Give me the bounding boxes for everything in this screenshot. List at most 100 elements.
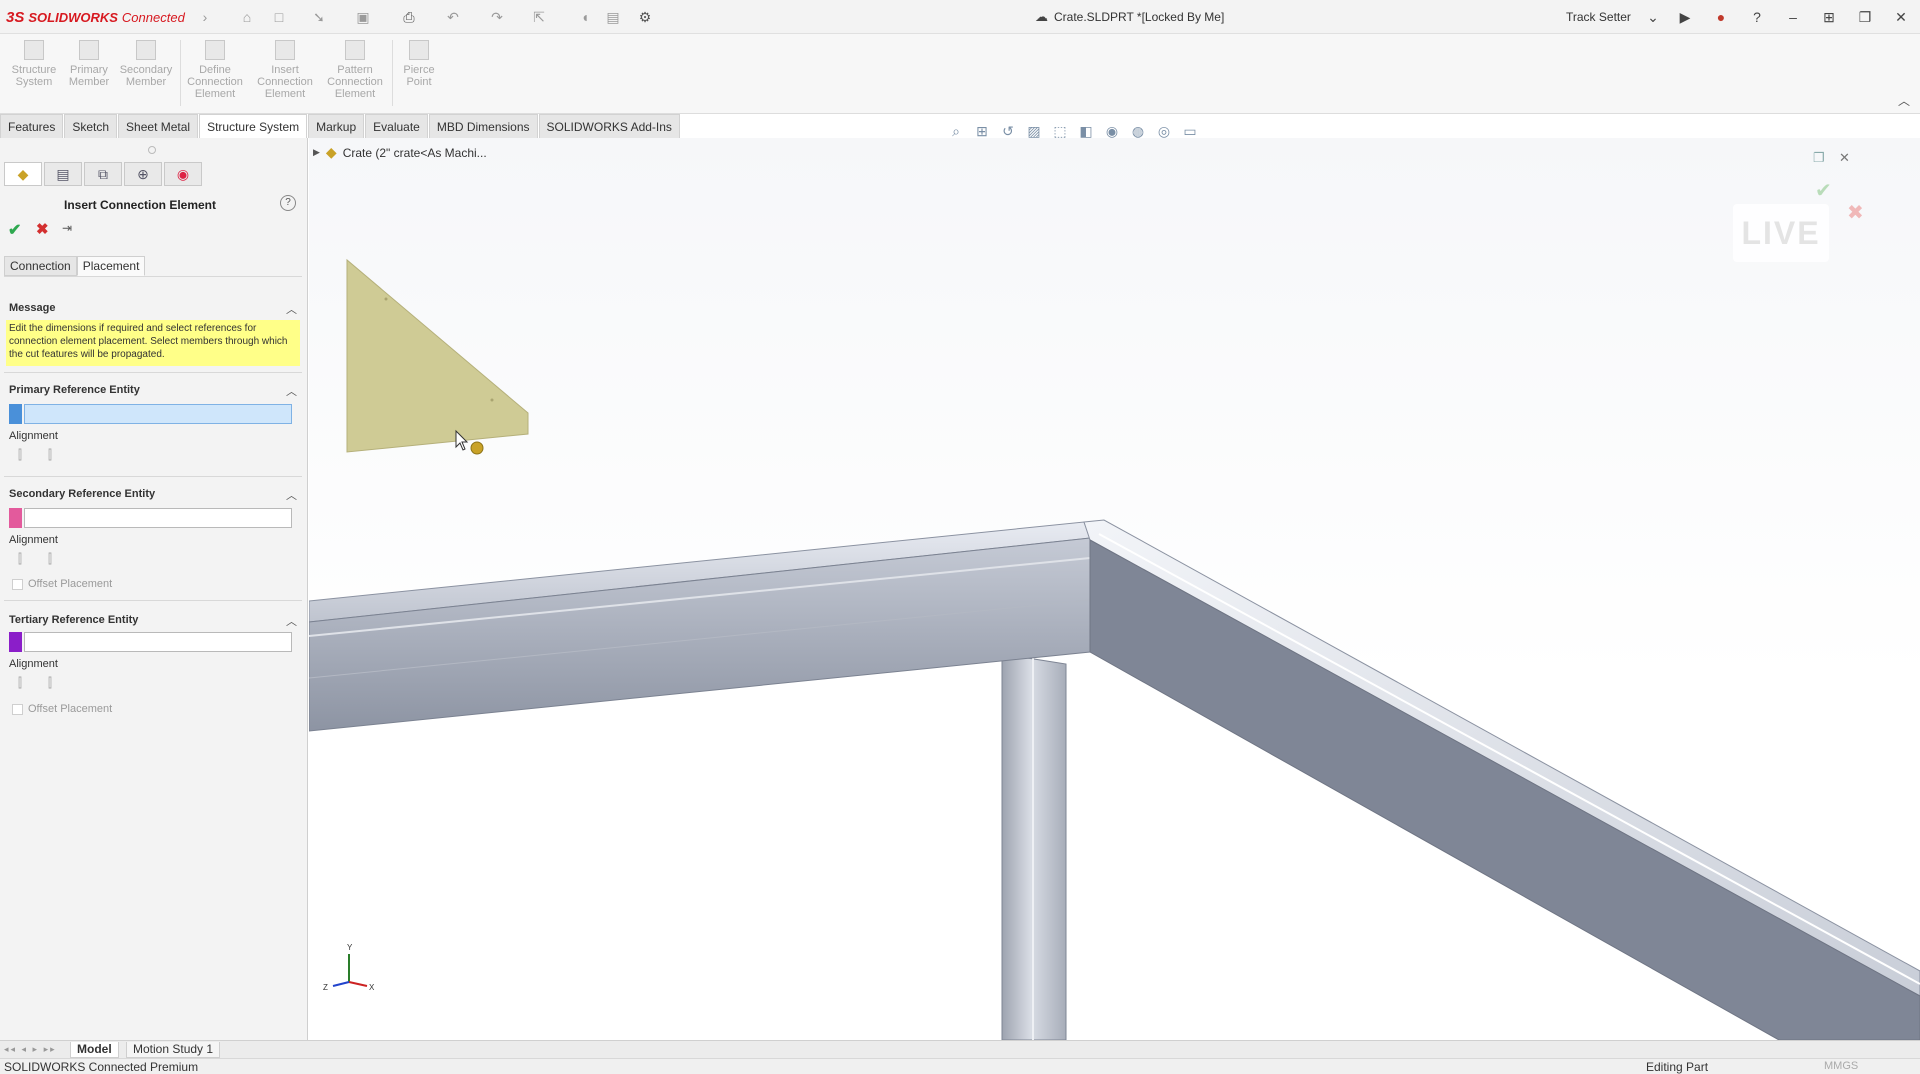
minimize-icon[interactable]: – [1780, 6, 1806, 28]
structure-system-button[interactable]: Structure System [8, 38, 60, 88]
secondary-member-button[interactable]: Secondary Member [118, 38, 174, 88]
primary-member-button[interactable]: Primary Member [64, 38, 114, 88]
chevron-right-icon[interactable]: › [196, 8, 214, 26]
offset-placement-checkbox[interactable]: Offset Placement [12, 703, 112, 715]
primary-reference-header[interactable]: Primary Reference Entity [9, 384, 140, 396]
display-style-icon[interactable]: ◧ [1076, 121, 1096, 141]
checkbox[interactable] [12, 578, 23, 590]
avatar[interactable]: ● [1708, 6, 1734, 28]
section-view-icon[interactable]: ▨ [1024, 121, 1044, 141]
secondary-reference-header[interactable]: Secondary Reference Entity [9, 488, 155, 500]
bottom-tabs: ◂◂ ◂ ▸ ▸▸ Model Motion Study 1 [0, 1040, 1920, 1058]
view-settings-icon[interactable]: ▭ [1180, 121, 1200, 141]
save-icon[interactable]: ▣ [354, 8, 372, 26]
help-icon[interactable]: ? [1744, 6, 1770, 28]
apply-scene-icon[interactable]: ◎ [1154, 121, 1174, 141]
tab-structure-system[interactable]: Structure System [199, 114, 308, 138]
hide-show-items-icon[interactable]: ◉ [1102, 121, 1122, 141]
confirmation-ok-icon[interactable]: ✔ [1815, 178, 1832, 203]
tab-markup[interactable]: Markup [308, 114, 365, 138]
tab-sheet-metal[interactable]: Sheet Metal [118, 114, 199, 138]
help-icon[interactable]: ? [280, 195, 296, 211]
tile-icon[interactable]: ⊞ [1816, 6, 1842, 28]
pattern-connection-element-button[interactable]: Pattern Connection Element [322, 38, 388, 100]
configuration-manager-tab[interactable]: ⧉ [84, 162, 122, 186]
separator [392, 40, 393, 106]
chevron-up-icon[interactable]: ︿ [286, 613, 297, 629]
close-icon[interactable]: ✕ [1888, 6, 1914, 28]
tab-evaluate[interactable]: Evaluate [365, 114, 428, 138]
command-search-icon[interactable]: ▶ [1672, 6, 1698, 28]
display-manager-tab[interactable]: ◉ [164, 162, 202, 186]
tab-connection[interactable]: Connection [4, 256, 77, 276]
message-group-header[interactable]: Message [9, 302, 55, 314]
primary-reference-selection-box[interactable] [24, 404, 292, 424]
feature-manager-tab[interactable]: ◆ [4, 162, 42, 186]
panel-drag-handle[interactable] [148, 146, 156, 154]
align-horizontal-icon[interactable]: ⫿ [10, 446, 30, 464]
new-document-icon[interactable]: □ [270, 8, 288, 26]
offset-placement-checkbox[interactable]: Offset Placement [12, 578, 112, 590]
undo-icon[interactable]: ↶ [444, 8, 462, 26]
tab-mbd-dimensions[interactable]: MBD Dimensions [428, 114, 538, 138]
close-viewport-icon[interactable]: ✕ [1839, 150, 1850, 166]
restore-icon[interactable]: ❐ [1852, 6, 1878, 28]
diagonal-tube-top[interactable] [1083, 519, 1920, 997]
pierce-point-button[interactable]: Pierce Point [396, 38, 442, 88]
tab-solidworks-add-ins[interactable]: SOLIDWORKS Add-Ins [538, 114, 680, 138]
define-connection-element-button[interactable]: Define Connection Element [184, 38, 246, 100]
align-vertical-icon[interactable]: ⫿ [40, 446, 60, 464]
pushpin-icon[interactable]: ⇥ [62, 221, 72, 235]
tab-model[interactable]: Model [70, 1042, 119, 1058]
previous-view-icon[interactable]: ↺ [998, 121, 1018, 141]
zoom-to-area-icon[interactable]: ⊞ [972, 121, 992, 141]
select-icon[interactable]: ⇱ [530, 8, 548, 26]
open-icon[interactable]: ➘ [310, 8, 328, 26]
chevron-down-icon[interactable]: ⌄ [1640, 6, 1666, 28]
file-properties-icon[interactable]: ▤ [604, 8, 622, 26]
tab-placement[interactable]: Placement [76, 256, 146, 276]
tertiary-reference-header[interactable]: Tertiary Reference Entity [9, 614, 138, 626]
cancel-button[interactable]: ✖ [36, 220, 49, 238]
tertiary-reference-selection-box[interactable] [24, 632, 292, 652]
redo-icon[interactable]: ↷ [488, 8, 506, 26]
confirmation-cancel-icon[interactable]: ✖ [1847, 200, 1864, 225]
define-connection-icon [205, 40, 225, 60]
print-icon[interactable]: ⎙ [400, 8, 418, 26]
chevron-up-icon[interactable]: ︿ [286, 383, 297, 399]
collapse-ribbon-icon[interactable]: ︿ [1898, 92, 1910, 109]
brand-name: SOLIDWORKS [28, 9, 118, 25]
zoom-to-fit-icon[interactable]: ⌕ [946, 121, 966, 141]
align-vertical-icon[interactable]: ⫿ [40, 674, 60, 692]
tab-features[interactable]: Features [0, 114, 64, 138]
chevron-up-icon[interactable]: ︿ [286, 301, 297, 317]
align-vertical-icon[interactable]: ⫿ [40, 550, 60, 568]
edit-appearance-icon[interactable]: ◍ [1128, 121, 1148, 141]
divider [4, 372, 302, 373]
property-manager-tab[interactable]: ▤ [44, 162, 82, 186]
model-scene[interactable]: Y X Z [309, 138, 1920, 1040]
secondary-reference-selection-box[interactable] [24, 508, 292, 528]
tab-motion-study-1[interactable]: Motion Study 1 [126, 1042, 221, 1058]
insert-connection-element-button[interactable]: Insert Connection Element [254, 38, 316, 100]
diagonal-tube-side[interactable] [1089, 539, 1920, 1040]
tab-sketch[interactable]: Sketch [64, 114, 118, 138]
align-horizontal-icon[interactable]: ⫿ [10, 674, 30, 692]
tab-scroll-arrows-icon[interactable]: ◂◂ ◂ ▸ ▸▸ [4, 1044, 57, 1055]
align-horizontal-icon[interactable]: ⫿ [10, 550, 30, 568]
user-name[interactable]: Track Setter [1566, 10, 1631, 24]
unit-system[interactable]: MMGS [1824, 1060, 1858, 1072]
view-orientation-icon[interactable]: ⬚ [1050, 121, 1070, 141]
gear-icon[interactable]: ⚙ [636, 8, 654, 26]
restore-viewport-icon[interactable]: ❐ [1813, 150, 1825, 166]
graphics-area[interactable]: ▶ ◆ Crate (2" crate<As Machi... Y X Z LI… [309, 138, 1920, 1040]
svg-text:Y: Y [347, 943, 353, 952]
home-icon[interactable]: ⌂ [238, 8, 256, 26]
dimxpert-manager-tab[interactable]: ⊕ [124, 162, 162, 186]
rebuild-icon[interactable]: ◖ [576, 8, 594, 26]
ok-button[interactable]: ✔ [8, 220, 21, 240]
gusset-plate[interactable] [346, 258, 529, 453]
chevron-up-icon[interactable]: ︿ [286, 487, 297, 503]
checkbox[interactable] [12, 703, 23, 715]
solidworks-logo[interactable]: 3S SOLIDWORKS Connected [6, 7, 185, 27]
